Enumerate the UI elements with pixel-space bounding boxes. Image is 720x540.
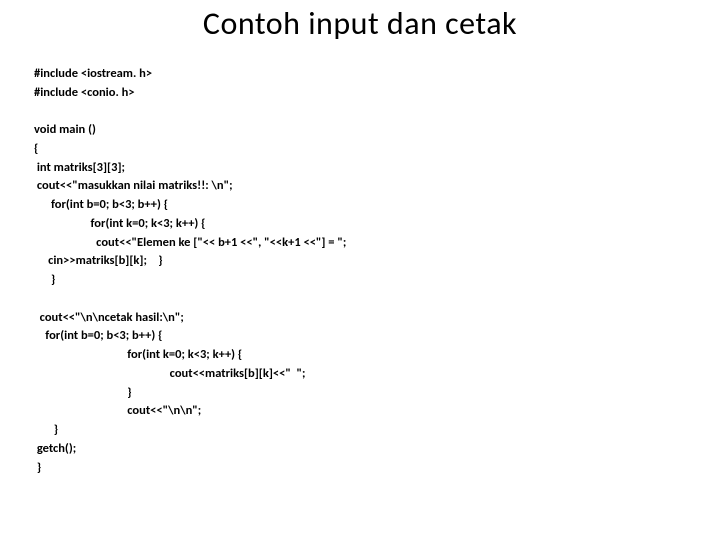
code-line: cin>>matriks[b][k]; } (34, 253, 163, 268)
code-line: void main () (34, 122, 96, 137)
code-line: } (34, 385, 132, 400)
slide-title: Contoh input dan cetak (0, 4, 720, 43)
code-line: cout<<matriks[b][k]<<" "; (34, 366, 305, 381)
code-line: cout<<"\n\ncetak hasil:\n"; (34, 310, 184, 325)
code-line: } (34, 422, 58, 437)
code-line: for(int k=0; k<3; k++) { (34, 216, 205, 231)
code-line: { (34, 141, 38, 156)
code-line: } (34, 460, 41, 475)
code-line: getch(); (34, 441, 76, 456)
code-line: cout<<"masukkan nilai matriks!!: \n"; (34, 178, 233, 193)
slide: Contoh input dan cetak #include <iostrea… (0, 0, 720, 540)
code-line: for(int b=0; b<3; b++) { (34, 328, 162, 343)
code-line: #include <iostream. h> (34, 66, 152, 81)
code-line: cout<<"\n\n"; (34, 403, 201, 418)
code-line: int matriks[3][3]; (34, 160, 125, 175)
code-line: cout<<"Elemen ke ["<< b+1 <<", "<<k+1 <<… (34, 235, 346, 250)
code-line: } (34, 272, 55, 287)
code-block: #include <iostream. h> #include <conio. … (34, 46, 700, 496)
code-line: for(int b=0; b<3; b++) { (34, 197, 168, 212)
code-line: #include <conio. h> (34, 85, 135, 100)
code-line: for(int k=0; k<3; k++) { (34, 347, 242, 362)
